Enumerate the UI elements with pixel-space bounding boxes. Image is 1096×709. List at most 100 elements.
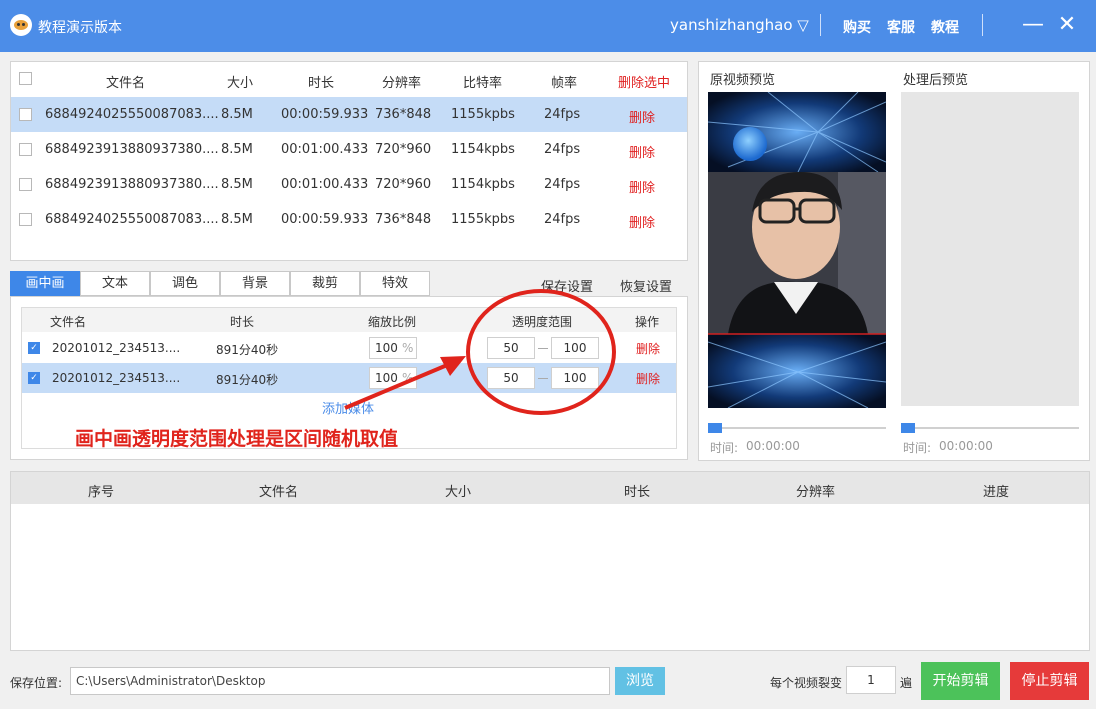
select-all-checkbox[interactable]: [19, 72, 32, 85]
range-dash: [538, 348, 548, 349]
tab-crop[interactable]: 裁剪: [290, 271, 360, 296]
file-size: 8.5M: [221, 107, 253, 122]
pip-col-filename: 文件名: [50, 315, 87, 329]
file-row[interactable]: 6884924025550087083.... 8.5M 00:00:59.93…: [11, 97, 687, 132]
file-resolution: 720*960: [375, 177, 432, 192]
tab-background[interactable]: 背景: [220, 271, 290, 296]
pip-file-name: 20201012_234513....: [52, 341, 181, 355]
delete-row-button[interactable]: 删除: [629, 107, 655, 126]
browse-button[interactable]: 浏览: [615, 667, 665, 695]
delete-selected-button[interactable]: 删除选中: [618, 72, 670, 91]
save-settings-button[interactable]: 保存设置: [541, 276, 593, 295]
file-duration: 00:00:59.933: [281, 107, 369, 122]
pip-row[interactable]: ✓ 20201012_234513.... 891分40秒 100 % 50 1…: [22, 333, 676, 363]
file-duration: 00:01:00.433: [281, 142, 369, 157]
opacity-max-input[interactable]: 100: [551, 367, 599, 389]
tab-color[interactable]: 调色: [150, 271, 220, 296]
start-edit-button[interactable]: 开始剪辑: [921, 662, 1000, 700]
row-checkbox[interactable]: [19, 108, 32, 121]
pip-file-name: 20201012_234513....: [52, 371, 181, 385]
original-video-preview: [708, 92, 886, 408]
processed-seek-slider[interactable]: [901, 427, 1079, 429]
close-button[interactable]: ✕: [1054, 12, 1080, 38]
col-bitrate: 比特率: [463, 76, 503, 91]
file-bitrate: 1155kpbs: [451, 212, 515, 227]
file-fps: 24fps: [544, 107, 581, 122]
file-duration: 00:00:59.933: [281, 212, 369, 227]
col-fps: 帧率: [551, 76, 578, 91]
file-row[interactable]: 6884923913880937380.... 8.5M 00:01:00.43…: [11, 167, 687, 202]
processed-seek-handle[interactable]: [901, 423, 915, 433]
file-row[interactable]: 6884924025550087083.... 8.5M 00:00:59.93…: [11, 202, 687, 237]
original-seek-slider[interactable]: [708, 427, 886, 429]
app-title: 教程演示版本: [38, 20, 122, 36]
queue-col-size: 大小: [445, 485, 472, 500]
queue-col-progress: 进度: [983, 485, 1010, 500]
file-name: 6884923913880937380....: [45, 142, 219, 157]
pip-col-opacity: 透明度范围: [512, 315, 573, 329]
col-resolution: 分辨率: [382, 76, 422, 91]
preview-panel: 原视频预览 处理后预览 时间: 00:00:00 时间: 00:00:00: [698, 61, 1090, 461]
pip-delete-button[interactable]: 删除: [636, 370, 660, 387]
opacity-max-input[interactable]: 100: [551, 337, 599, 359]
range-dash: [538, 378, 548, 379]
split-count-label: 每个视频裂变: [770, 676, 843, 690]
tab-text[interactable]: 文本: [80, 271, 150, 296]
file-name: 6884924025550087083....: [45, 107, 219, 122]
file-row[interactable]: 6884923913880937380.... 8.5M 00:01:00.43…: [11, 132, 687, 167]
opacity-min-input[interactable]: 50: [487, 367, 535, 389]
support-link[interactable]: 客服: [887, 17, 915, 37]
scale-value: 100: [375, 371, 398, 385]
file-size: 8.5M: [221, 212, 253, 227]
pip-row-checkbox[interactable]: ✓: [28, 342, 40, 354]
processed-video-preview: [901, 92, 1079, 406]
col-filename: 文件名: [106, 76, 146, 91]
minimize-button[interactable]: —: [1020, 12, 1046, 38]
scale-input[interactable]: 100 %: [369, 367, 417, 389]
queue-col-resolution: 分辨率: [796, 485, 836, 500]
restore-settings-button[interactable]: 恢复设置: [620, 276, 672, 295]
opacity-min-input[interactable]: 50: [487, 337, 535, 359]
file-size: 8.5M: [221, 142, 253, 157]
original-time-value: 00:00:00: [746, 439, 800, 453]
file-name: 6884923913880937380....: [45, 177, 219, 192]
delete-row-button[interactable]: 删除: [629, 212, 655, 231]
file-resolution: 736*848: [375, 212, 432, 227]
buy-link[interactable]: 购买: [843, 17, 871, 37]
col-size: 大小: [227, 76, 254, 91]
tab-pip[interactable]: 画中画: [10, 271, 80, 296]
row-checkbox[interactable]: [19, 213, 32, 226]
delete-row-button[interactable]: 删除: [629, 142, 655, 161]
video-frame-image: [708, 92, 886, 408]
file-list-panel: 文件名 大小 时长 分辨率 比特率 帧率 删除选中 68849240255500…: [10, 61, 688, 261]
pip-table-header: 文件名 时长 缩放比例 透明度范围 操作: [22, 308, 676, 332]
file-resolution: 736*848: [375, 107, 432, 122]
pip-row[interactable]: ✓ 20201012_234513.... 891分40秒 100 % 50 1…: [22, 363, 676, 393]
stop-edit-button[interactable]: 停止剪辑: [1010, 662, 1089, 700]
file-name: 6884924025550087083....: [45, 212, 219, 227]
user-menu[interactable]: yanshizhanghao ▽: [670, 16, 809, 34]
row-checkbox[interactable]: [19, 143, 32, 156]
split-count-input[interactable]: 1: [846, 666, 896, 694]
queue-table-header: 序号 文件名 大小 时长 分辨率 进度: [11, 472, 1089, 504]
tab-effects[interactable]: 特效: [360, 271, 430, 296]
file-duration: 00:01:00.433: [281, 177, 369, 192]
scale-input[interactable]: 100 %: [369, 337, 417, 359]
add-media-link[interactable]: 添加媒体: [322, 398, 374, 417]
delete-row-button[interactable]: 删除: [629, 177, 655, 196]
original-seek-handle[interactable]: [708, 423, 722, 433]
save-location-label: 保存位置:: [10, 676, 63, 690]
queue-col-index: 序号: [88, 485, 115, 500]
pip-row-checkbox[interactable]: ✓: [28, 372, 40, 384]
scale-unit: %: [402, 341, 414, 355]
pip-delete-button[interactable]: 删除: [636, 340, 660, 357]
file-size: 8.5M: [221, 177, 253, 192]
file-fps: 24fps: [544, 177, 581, 192]
queue-col-filename: 文件名: [259, 485, 299, 500]
row-checkbox[interactable]: [19, 178, 32, 191]
split-unit-label: 遍: [900, 676, 913, 690]
file-bitrate: 1155kpbs: [451, 107, 515, 122]
save-path-input[interactable]: [70, 667, 610, 695]
tutorial-link[interactable]: 教程: [931, 17, 959, 37]
original-time-label: 时间:: [710, 441, 739, 455]
